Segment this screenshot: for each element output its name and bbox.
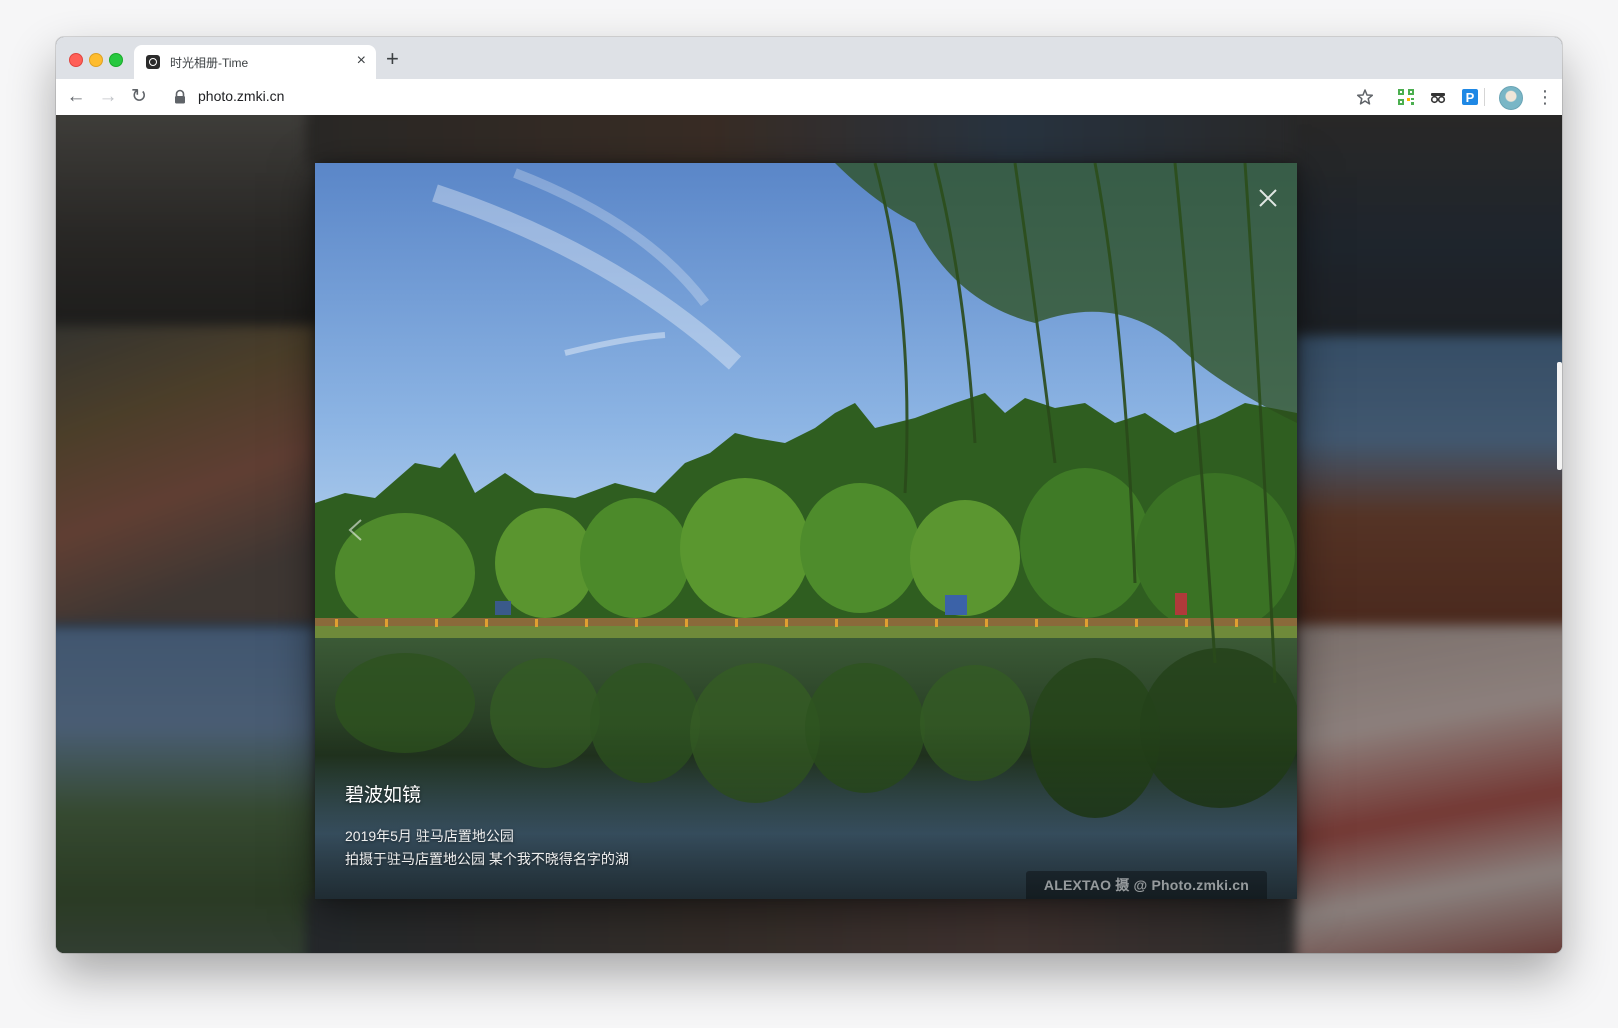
lake-photo — [315, 163, 1297, 899]
tab-title: 时光相册-Time — [170, 56, 249, 70]
camera-favicon-icon — [146, 55, 160, 69]
photo-title: 碧波如镜 — [345, 785, 422, 806]
page-content: 碧波如镜 2019年5月 驻马店置地公园 拍摄于驻马店置地公园 某个我不晓得名字… — [56, 115, 1562, 953]
toolbar-separator — [1484, 88, 1485, 106]
photo-date-location: 2019年5月 驻马店置地公园 — [345, 828, 514, 844]
photo-watermark: ALEXTAO 摄 @ Photo.zmki.cn — [1025, 871, 1267, 899]
reload-button[interactable]: ↻ — [127, 85, 151, 109]
window-minimize-button[interactable] — [89, 53, 103, 67]
p-extension-label: P — [1466, 90, 1475, 105]
window-close-button[interactable] — [69, 53, 83, 67]
lock-icon[interactable] — [173, 89, 187, 105]
tab-close-icon[interactable]: × — [357, 52, 366, 70]
menu-icon[interactable]: ⋮ — [1536, 87, 1554, 107]
address-bar[interactable]: photo.zmki.cn — [198, 88, 284, 104]
p-extension-icon[interactable]: P — [1461, 88, 1479, 106]
scrollbar-thumb[interactable] — [1557, 362, 1562, 470]
lightbox-photo-viewer: 碧波如镜 2019年5月 驻马店置地公园 拍摄于驻马店置地公园 某个我不晓得名字… — [315, 163, 1297, 899]
profile-avatar[interactable] — [1499, 86, 1523, 110]
window-maximize-button[interactable] — [109, 53, 123, 67]
star-icon[interactable] — [1356, 88, 1374, 106]
incognito-extension-icon[interactable] — [1429, 88, 1447, 106]
chevron-left-icon[interactable] — [343, 517, 369, 543]
browser-window: 时光相册-Time × + ← → ↻ photo.zmki.cn P ⋮ 碧波… — [56, 37, 1562, 953]
photo-description: 拍摄于驻马店置地公园 某个我不晓得名字的湖 — [345, 851, 629, 867]
qr-code-extension-icon[interactable] — [1397, 88, 1415, 106]
tab-strip: 时光相册-Time × + — [56, 37, 1562, 79]
browser-toolbar: ← → ↻ photo.zmki.cn P ⋮ — [56, 79, 1562, 116]
back-button[interactable]: ← — [64, 85, 88, 109]
new-tab-button[interactable]: + — [386, 48, 399, 70]
close-icon[interactable] — [1257, 187, 1279, 209]
forward-button[interactable]: → — [96, 85, 120, 109]
tab-active[interactable]: 时光相册-Time × — [134, 45, 376, 79]
